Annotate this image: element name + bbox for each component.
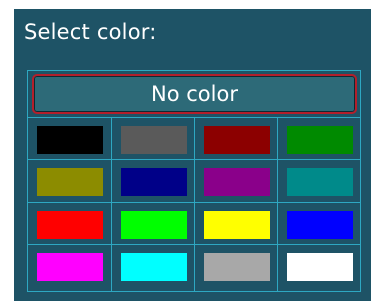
color-cell-blue[interactable] <box>278 203 360 246</box>
no-color-label: No color <box>151 82 238 106</box>
color-swatch-cyan <box>121 253 187 281</box>
color-swatch-blue <box>287 211 353 239</box>
color-cell-black[interactable] <box>28 118 110 161</box>
color-swatch-lime <box>121 211 187 239</box>
color-cell-lime[interactable] <box>112 203 194 246</box>
color-cell-yellow[interactable] <box>195 203 277 246</box>
color-cell-dark-red[interactable] <box>195 118 277 161</box>
no-color-button[interactable]: No color <box>32 74 357 114</box>
color-swatch-black <box>37 126 103 154</box>
color-cell-white[interactable] <box>278 245 360 288</box>
color-swatch-magenta <box>37 253 103 281</box>
color-cell-silver[interactable] <box>195 245 277 288</box>
color-cell-gray[interactable] <box>112 118 194 161</box>
color-swatch-navy <box>121 168 187 196</box>
color-cell-magenta[interactable] <box>28 245 110 288</box>
color-cell-green[interactable] <box>278 118 360 161</box>
color-swatch-yellow <box>204 211 270 239</box>
color-swatch-dark-red <box>204 126 270 154</box>
color-swatch-olive <box>37 168 103 196</box>
color-cell-olive[interactable] <box>28 160 110 203</box>
dialog-title: Select color: <box>24 20 157 44</box>
color-cell-teal[interactable] <box>278 160 360 203</box>
color-swatch-purple <box>204 168 270 196</box>
color-swatch-teal <box>287 168 353 196</box>
color-cell-navy[interactable] <box>112 160 194 203</box>
color-swatch-red <box>37 211 103 239</box>
color-cell-cyan[interactable] <box>112 245 194 288</box>
color-swatch-white <box>287 253 353 281</box>
color-swatch-silver <box>204 253 270 281</box>
color-swatch-green <box>287 126 353 154</box>
color-cell-red[interactable] <box>28 203 110 246</box>
color-cell-purple[interactable] <box>195 160 277 203</box>
color-swatch-gray <box>121 126 187 154</box>
